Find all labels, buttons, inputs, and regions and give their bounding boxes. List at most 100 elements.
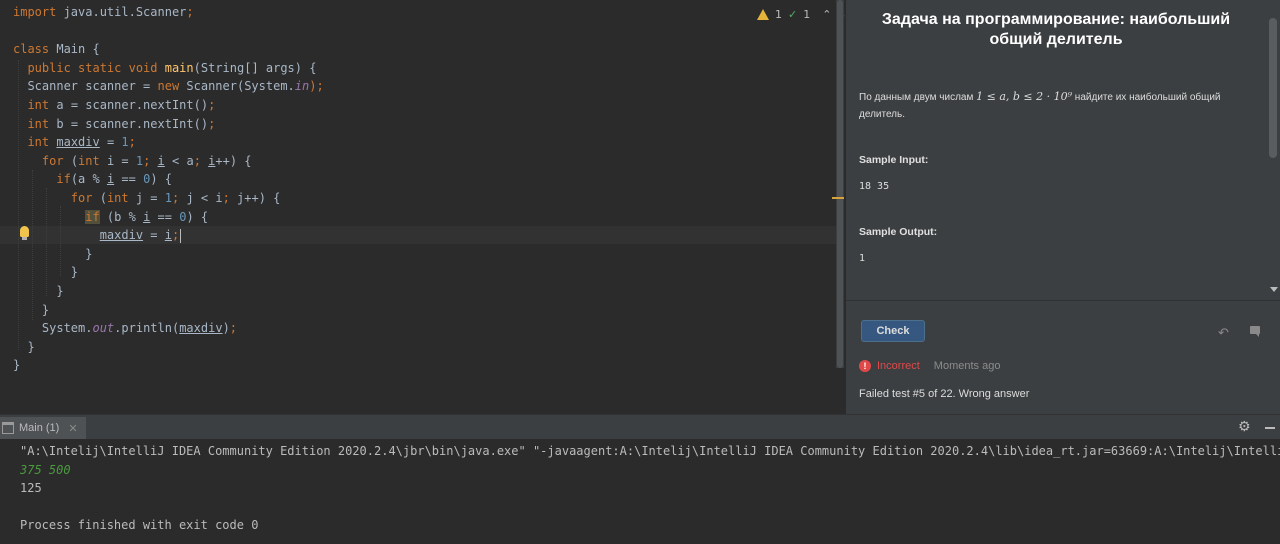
code-token: ;: [229, 321, 238, 336]
code-token: maxdiv: [99, 228, 144, 243]
code-token: int: [27, 135, 50, 150]
code-token: }: [13, 246, 93, 261]
code-token: b = scanner.nextInt(): [49, 116, 209, 131]
code-token: ;: [143, 153, 158, 168]
code-text[interactable]: import java.util.Scanner; class Main { p…: [13, 3, 324, 375]
code-token: in: [294, 79, 310, 94]
code-token: ==: [150, 209, 180, 224]
code-token: }: [13, 339, 35, 354]
code-token: maxdiv: [56, 135, 100, 150]
code-line[interactable]: public static void main(String[] args) {: [13, 59, 324, 78]
task-title: Задача на программирование: наибольший о…: [881, 11, 1231, 48]
error-icon: !: [859, 360, 871, 372]
code-line[interactable]: }: [13, 338, 324, 357]
code-token: ;: [171, 190, 187, 205]
code-line[interactable]: maxdiv = i;: [13, 226, 324, 245]
chevron-up-icon[interactable]: ⌃: [822, 8, 831, 21]
code-line[interactable]: for (int i = 1; i < a; i++) {: [13, 152, 324, 171]
comment-icon[interactable]: [1250, 326, 1260, 337]
scrollbar-thumb[interactable]: [1269, 18, 1277, 158]
console-input: 375 500: [20, 462, 71, 477]
code-token: }: [13, 265, 79, 280]
task-description: По данным двум числам 1 ≤ a, b ≤ 2 · 10⁹…: [859, 88, 1254, 123]
code-token: public static void: [27, 60, 158, 75]
code-token: Main {: [49, 42, 100, 57]
code-line[interactable]: }: [13, 282, 324, 301]
code-line[interactable]: }: [13, 245, 324, 264]
code-token: ;: [208, 116, 216, 131]
status-time: Moments ago: [933, 360, 1001, 372]
code-token: ) {: [186, 209, 209, 224]
check-icon: ✓: [788, 8, 798, 21]
code-token: Scanner scanner =: [13, 79, 158, 94]
code-line[interactable]: int a = scanner.nextInt();: [13, 96, 324, 115]
code-token: int: [78, 153, 100, 168]
warning-count: 1: [775, 8, 782, 21]
run-config-icon: [2, 422, 14, 434]
sample-output-label: Sample Output:: [859, 226, 938, 238]
code-token: import: [13, 5, 57, 19]
code-token: =: [99, 135, 122, 150]
inspection-widget[interactable]: 1 ✓ 1 ⌃ ⌄: [757, 8, 846, 21]
code-line[interactable]: System.out.println(maxdiv);: [13, 319, 324, 338]
console-output[interactable]: "A:\Intelij\IntelliJ IDEA Community Edit…: [20, 442, 1280, 535]
code-token: out: [92, 321, 115, 336]
code-token: j =: [128, 190, 165, 205]
code-token: ;: [186, 5, 194, 19]
code-line[interactable]: int maxdiv = 1;: [13, 133, 324, 152]
code-token: j < i: [186, 190, 223, 205]
code-line[interactable]: for (int j = 1; j < i; j++) {: [13, 189, 324, 208]
code-token: int: [27, 97, 50, 112]
sample-input-label: Sample Input:: [859, 154, 929, 166]
code-token: int: [27, 116, 50, 131]
scrollbar-thumb[interactable]: [837, 0, 843, 368]
code-token: (: [63, 153, 79, 168]
gear-icon[interactable]: ⚙: [1238, 419, 1251, 435]
code-token: i: [157, 153, 165, 168]
code-token: 1: [121, 135, 129, 150]
error-stripe-mark[interactable]: [832, 197, 844, 199]
code-token: );: [309, 79, 324, 94]
code-token: ;: [222, 190, 238, 205]
code-line[interactable]: }: [13, 356, 324, 375]
close-icon[interactable]: ✕: [68, 422, 77, 435]
code-line[interactable]: if(a % i == 0) {: [13, 170, 324, 189]
minimize-icon[interactable]: [1265, 427, 1275, 429]
task-panel: Задача на программирование: наибольший о…: [846, 0, 1280, 414]
code-line[interactable]: import java.util.Scanner;: [13, 3, 324, 22]
code-line[interactable]: class Main {: [13, 40, 324, 59]
check-button[interactable]: Check: [861, 320, 925, 342]
code-line[interactable]: }: [13, 301, 324, 320]
code-token: i =: [99, 153, 136, 168]
code-line[interactable]: [13, 22, 324, 41]
code-token: =: [143, 228, 165, 243]
code-line[interactable]: }: [13, 263, 324, 282]
description-formula: 1 ≤ a, b ≤ 2 · 10⁹: [976, 90, 1073, 103]
code-token: ++) {: [215, 153, 252, 168]
code-editor[interactable]: import java.util.Scanner; class Main { p…: [0, 0, 846, 414]
check-status: ! Incorrect Moments ago: [859, 360, 1000, 372]
code-line[interactable]: int b = scanner.nextInt();: [13, 115, 324, 134]
code-token: System.: [13, 321, 93, 336]
scroll-down-arrow-icon[interactable]: [1270, 287, 1278, 292]
run-tab[interactable]: Main (1) ✕: [0, 417, 86, 439]
weak-warning-count: 1: [803, 8, 811, 21]
code-token: }: [13, 283, 64, 298]
status-label: Incorrect: [877, 360, 920, 372]
code-token: (a %: [70, 172, 107, 187]
undo-icon[interactable]: ↶: [1218, 325, 1229, 341]
code-line[interactable]: if (b % i == 0) {: [13, 208, 324, 227]
code-token: Scanner(System.: [179, 79, 295, 94]
editor-scrollbar[interactable]: [836, 0, 844, 368]
code-token: ==: [114, 172, 144, 187]
task-scrollbar[interactable]: [1266, 0, 1280, 300]
code-token: if: [56, 172, 71, 187]
code-token: 1: [135, 153, 144, 168]
failed-message: Failed test #5 of 22. Wrong answer: [859, 388, 1030, 400]
code-token: java.util.Scanner: [56, 5, 187, 19]
code-line[interactable]: Scanner scanner = new Scanner(System.in)…: [13, 77, 324, 96]
description-text: По данным двум числам: [859, 92, 977, 103]
